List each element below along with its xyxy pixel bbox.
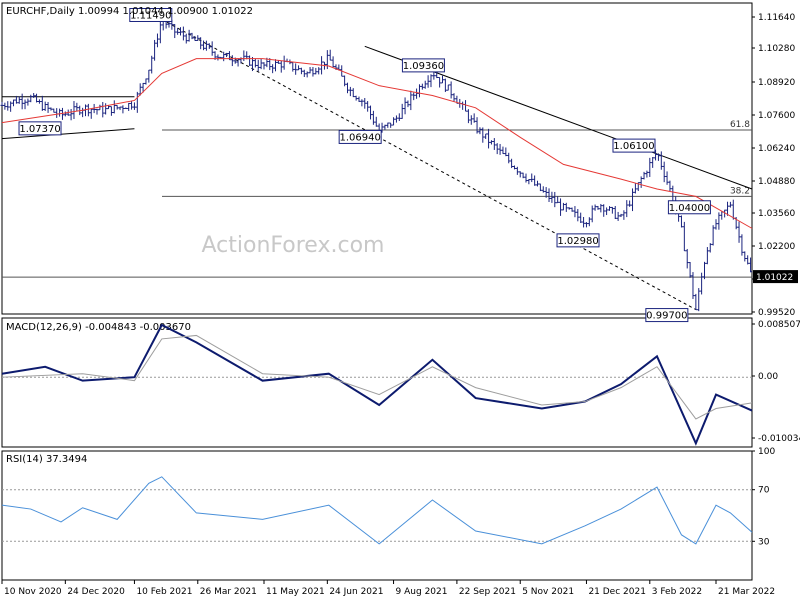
price-annotation: 1.06940 — [338, 129, 382, 144]
price-annotation-label: 1.06940 — [339, 132, 380, 143]
x-tick-label: 10 Nov 2020 — [4, 587, 62, 597]
x-tick-label: 21 Dec 2021 — [588, 587, 646, 597]
price-y-tick-label: 1.11640 — [758, 13, 795, 23]
chart-canvas: ActionForex.com61.838.21.114901.073701.0… — [0, 2, 800, 597]
price-annotation-label: 1.04000 — [669, 203, 710, 214]
price-annotation-label: 1.06100 — [613, 141, 654, 152]
rsi-y-tick-label: 30 — [758, 537, 770, 547]
x-tick-label: 24 Dec 2020 — [67, 587, 125, 597]
rsi-y-tick-label: 70 — [758, 486, 770, 496]
rsi-panel-frame — [1, 450, 753, 581]
price-panel-frame — [1, 2, 753, 315]
watermark: ActionForex.com — [202, 233, 385, 258]
macd-y-tick-label: 0.00 — [758, 372, 778, 382]
eurchf-daily-chart: ActionForex.com 61.8 38.2 1.11490 1.07370 1.0… — [0, 0, 800, 600]
price-y-tick-label: 1.10280 — [758, 44, 795, 54]
price-annotation: 1.02980 — [556, 233, 600, 248]
x-tick-label: 5 Nov 2021 — [522, 587, 574, 597]
price-annotation: 1.09360 — [401, 58, 445, 73]
price-annotation-label: 1.09360 — [403, 61, 444, 72]
last-price-label: 1.01022 — [756, 273, 793, 283]
fib-level-label: 38.2 — [730, 186, 750, 196]
macd-panel-frame — [1, 317, 753, 448]
price-annotation: 0.99700 — [645, 308, 689, 323]
last-price-marker: 1.01022 — [753, 270, 798, 284]
x-tick-label: 26 Mar 2021 — [200, 587, 257, 597]
price-annotation-label: 1.02980 — [557, 236, 598, 247]
x-tick-label: 11 May 2021 — [266, 587, 325, 597]
price-annotation: 1.07370 — [18, 121, 62, 136]
price-panel-title: EURCHF,Daily 1.00994 1.01044 1.00900 1.0… — [6, 6, 253, 17]
price-annotation: 1.06100 — [612, 138, 656, 153]
x-tick-label: 3 Feb 2022 — [652, 587, 702, 597]
x-tick-label: 24 Jun 2021 — [329, 587, 383, 597]
price-y-tick-label: 1.04880 — [758, 177, 795, 187]
price-annotation-label: 1.07370 — [19, 124, 60, 135]
price-y-tick-label: 1.03560 — [758, 209, 795, 219]
rsi-y-tick-label: 100 — [758, 447, 775, 457]
price-y-tick-label: 1.08920 — [758, 78, 795, 88]
price-y-tick-label: 1.02200 — [758, 242, 795, 252]
x-tick-label: 9 Aug 2021 — [396, 587, 448, 597]
x-tick-label: 21 Mar 2022 — [718, 587, 775, 597]
price-y-tick-label: 1.07600 — [758, 111, 795, 121]
fib-level-label: 61.8 — [730, 120, 750, 130]
rsi-panel-title: RSI(14) 37.3494 — [6, 454, 87, 465]
price-y-tick-label: 0.99520 — [758, 308, 795, 318]
macd-y-tick-label: -0.010034 — [758, 434, 800, 444]
x-tick-label: 10 Feb 2021 — [136, 587, 192, 597]
macd-y-tick-label: 0.008507 — [758, 320, 800, 330]
price-y-tick-label: 1.06240 — [758, 144, 795, 154]
macd-panel-title: MACD(12,26,9) -0.004843 -0.003670 — [6, 322, 191, 333]
x-tick-label: 22 Sep 2021 — [459, 587, 516, 597]
price-annotation-label: 0.99700 — [646, 311, 687, 322]
price-annotation: 1.04000 — [667, 200, 711, 215]
